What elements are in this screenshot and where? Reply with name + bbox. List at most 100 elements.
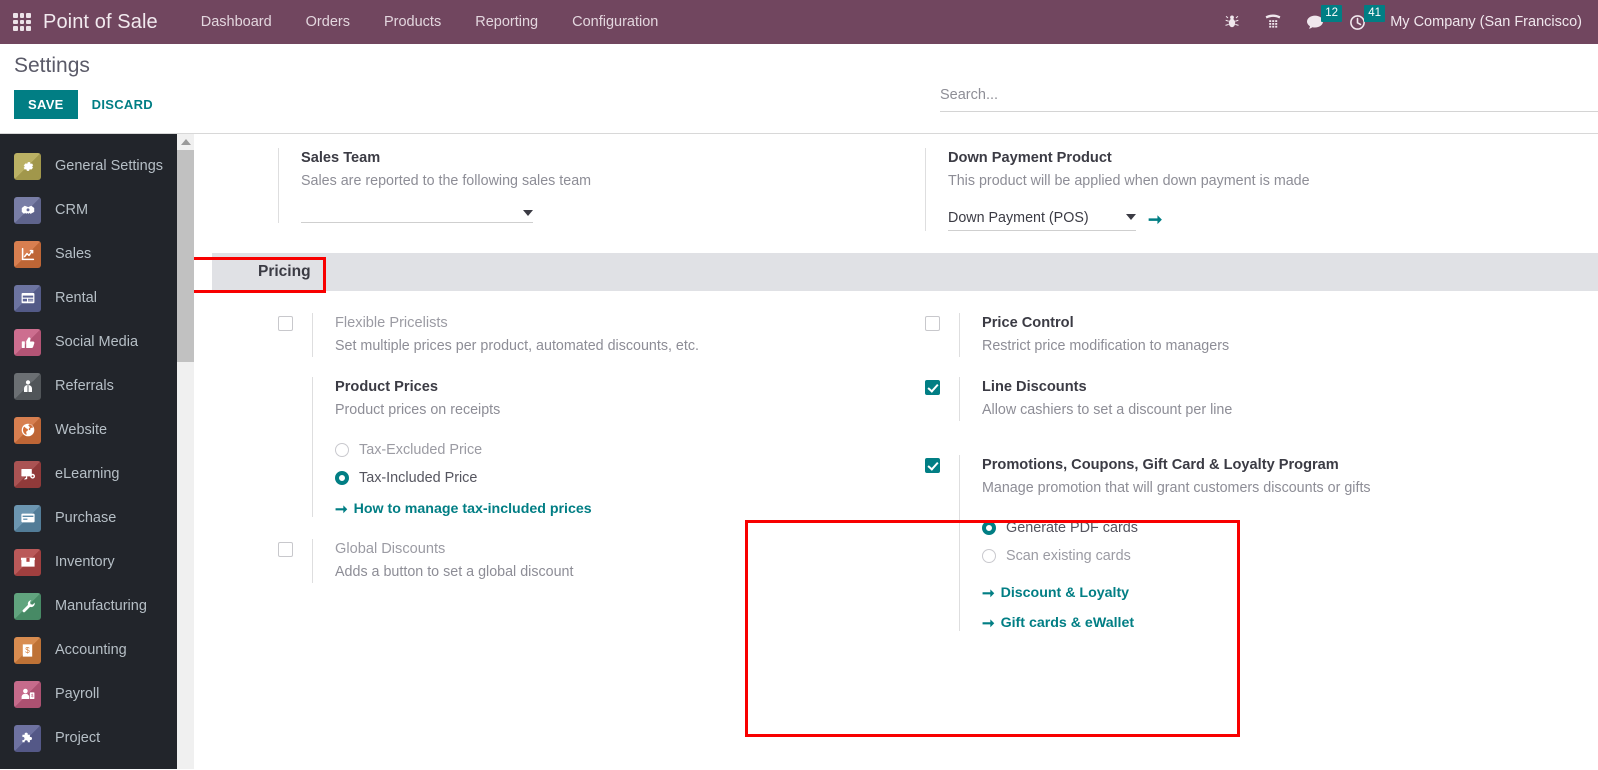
menu-item-products[interactable]: Products (367, 0, 458, 44)
down-payment-select[interactable]: Down Payment (POS) (948, 210, 1136, 231)
sidebar-item-general-settings[interactable]: General Settings (0, 144, 194, 188)
link-how-to-manage-tax-included-prices[interactable]: ➞ How to manage tax-included prices (335, 501, 881, 517)
pricing-heading: Pricing (258, 263, 311, 280)
sidebar-item-social-media[interactable]: Social Media (0, 320, 194, 364)
link-label: How to manage tax-included prices (353, 501, 592, 517)
sidebar-item-payroll[interactable]: $ Payroll (0, 672, 194, 716)
setting-global-discounts: Global Discounts Adds a button to set a … (278, 523, 881, 589)
sidebar-item-label: General Settings (55, 158, 164, 174)
thumbs-up-icon (14, 328, 41, 356)
sidebar-item-label: CRM (55, 202, 89, 218)
sidebar-item-label: Rental (55, 290, 97, 306)
radio-circle-selected-icon (335, 471, 349, 485)
page-title: Settings (14, 54, 90, 77)
radio-generate-pdf-cards[interactable]: Generate PDF cards (982, 515, 1574, 541)
bug-icon[interactable] (1212, 0, 1252, 44)
global-discounts-checkbox[interactable] (278, 542, 293, 557)
radio-scan-existing-cards[interactable]: Scan existing cards (982, 543, 1574, 569)
sidebar-item-label: eLearning (55, 466, 120, 482)
setting-down-payment-product: Down Payment Product This product will b… (925, 142, 1574, 237)
calendar-icon (14, 284, 41, 312)
activities-badge: 41 (1364, 5, 1386, 22)
messages-icon[interactable]: 12 (1294, 0, 1343, 44)
phone-dialpad-icon[interactable] (1252, 0, 1294, 44)
link-label: Gift cards & eWallet (1000, 615, 1135, 631)
promotions-checkbox[interactable] (925, 458, 940, 473)
radio-tax-excluded-price[interactable]: Tax-Excluded Price (335, 437, 881, 463)
sidebar-item-sales[interactable]: Sales (0, 232, 194, 276)
arrow-right-icon: ➞ (982, 614, 995, 632)
sidebar-item-inventory[interactable]: Inventory (0, 540, 194, 584)
menu-item-dashboard[interactable]: Dashboard (184, 0, 289, 44)
sales-group-right-column: Down Payment Product This product will b… (905, 142, 1598, 237)
search-input[interactable] (940, 87, 1598, 103)
save-button[interactable]: SAVE (14, 90, 78, 119)
sales-team-desc: Sales are reported to the following sale… (301, 173, 592, 189)
sales-team-select[interactable] (301, 210, 533, 223)
page-body: General Settings CRM Sales Rental Social (0, 134, 1598, 769)
activities-clock-icon[interactable]: 41 (1337, 0, 1386, 44)
sidebar-item-label: Payroll (55, 686, 100, 702)
invoice-dollar-icon: $ (14, 636, 41, 664)
radio-label: Scan existing cards (1006, 548, 1131, 564)
setting-line-discounts: Line Discounts Allow cashiers to set a d… (925, 363, 1574, 427)
sidebar-item-project[interactable]: Project (0, 716, 194, 760)
link-label: Discount & Loyalty (1000, 585, 1130, 601)
down-payment-desc: This product will be applied when down p… (948, 173, 1310, 189)
product-prices-title: Product Prices (335, 379, 439, 395)
sidebar-item-purchase[interactable]: Purchase (0, 496, 194, 540)
pricing-right-column: Price Control Restrict price modificatio… (905, 307, 1598, 637)
sidebar-item-label: Sales (55, 246, 92, 262)
action-buttons: SAVE DISCARD (14, 90, 167, 119)
sidebar-scrollbar[interactable] (177, 134, 194, 769)
scroll-up-arrow-icon[interactable] (177, 134, 194, 150)
sidebar-item-label: Referrals (55, 378, 114, 394)
settings-sidebar: General Settings CRM Sales Rental Social (0, 134, 194, 769)
company-menu[interactable]: My Company (San Francisco) (1390, 14, 1582, 30)
sidebar-item-referrals[interactable]: Referrals (0, 364, 194, 408)
down-payment-title: Down Payment Product (948, 150, 1112, 166)
sales-team-title: Sales Team (301, 150, 381, 166)
chevron-down-icon (1126, 214, 1136, 220)
sidebar-item-rental[interactable]: Rental (0, 276, 194, 320)
link-discount-and-loyalty[interactable]: ➞ Discount & Loyalty (982, 585, 1574, 601)
sidebar-item-manufacturing[interactable]: Manufacturing (0, 584, 194, 628)
box-icon (14, 548, 41, 576)
price-control-checkbox[interactable] (925, 316, 940, 331)
sidebar-item-label: Project (55, 730, 101, 746)
radio-tax-included-price[interactable]: Tax-Included Price (335, 465, 881, 491)
sales-group: Sales Team Sales are reported to the fol… (212, 134, 1598, 237)
sidebar-item-crm[interactable]: CRM (0, 188, 194, 232)
setting-promotions-loyalty: Promotions, Coupons, Gift Card & Loyalty… (925, 427, 1574, 637)
app-brand-title[interactable]: Point of Sale (43, 11, 158, 34)
sidebar-item-accounting[interactable]: $ Accounting (0, 628, 194, 672)
radio-label: Tax-Excluded Price (359, 442, 483, 458)
menu-item-orders[interactable]: Orders (289, 0, 367, 44)
main-menu: Dashboard Orders Products Reporting Conf… (184, 0, 676, 44)
menu-item-configuration[interactable]: Configuration (555, 0, 675, 44)
line-discounts-checkbox[interactable] (925, 380, 940, 395)
setting-sales-team: Sales Team Sales are reported to the fol… (278, 142, 881, 229)
price-control-desc: Restrict price modification to managers (982, 338, 1230, 354)
control-panel: Settings SAVE DISCARD (0, 44, 1598, 134)
radio-label: Generate PDF cards (1006, 520, 1138, 536)
person-badge-icon: $ (14, 680, 41, 708)
sidebar-item-label: Manufacturing (55, 598, 147, 614)
radio-circle-icon (982, 549, 996, 563)
link-gift-cards-and-ewallet[interactable]: ➞ Gift cards & eWallet (982, 615, 1574, 631)
person-gift-icon (14, 372, 41, 400)
line-discounts-desc: Allow cashiers to set a discount per lin… (982, 402, 1233, 418)
menu-item-reporting[interactable]: Reporting (458, 0, 555, 44)
global-discounts-desc: Adds a button to set a global discount (335, 564, 574, 580)
arrow-right-icon[interactable]: ➞ (1148, 211, 1162, 228)
svg-text:$: $ (25, 646, 30, 655)
scrollbar-thumb[interactable] (177, 150, 194, 362)
sidebar-item-website[interactable]: Website (0, 408, 194, 452)
discard-button[interactable]: DISCARD (78, 90, 167, 119)
promotions-desc: Manage promotion that will grant custome… (982, 480, 1371, 496)
flexible-pricelists-checkbox[interactable] (278, 316, 293, 331)
promotions-title: Promotions, Coupons, Gift Card & Loyalty… (982, 457, 1339, 473)
sidebar-item-elearning[interactable]: eLearning (0, 452, 194, 496)
apps-grid-icon[interactable] (13, 13, 31, 31)
arrow-right-icon: ➞ (335, 500, 348, 518)
